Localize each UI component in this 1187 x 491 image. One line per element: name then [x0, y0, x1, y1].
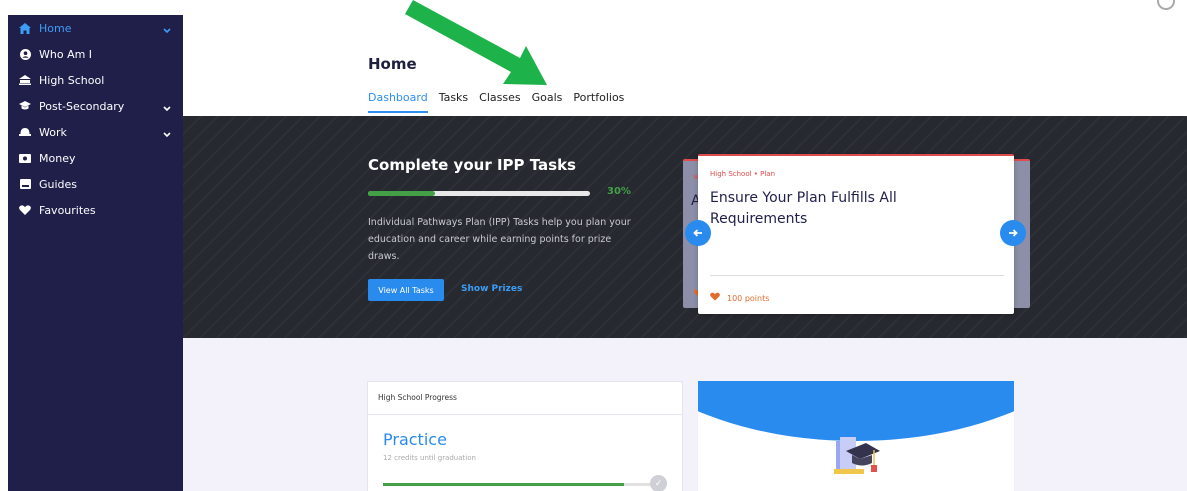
- sidebar-item-label: Home: [39, 21, 72, 35]
- task-points: 100 points: [710, 292, 769, 304]
- sidebar-item-high-school[interactable]: High School: [8, 67, 183, 93]
- sidebar-item-favourites[interactable]: Favourites: [8, 197, 183, 223]
- top-header-cropped: [0, 0, 1187, 14]
- task-title: Ensure Your Plan Fulfills All Requiremen…: [710, 190, 897, 227]
- chevron-down-icon[interactable]: [163, 24, 171, 37]
- graduation-progress-fill: [383, 483, 624, 486]
- sidebar-item-label: Money: [39, 151, 76, 165]
- dashboard-cards: High School Progress Practice 12 credits…: [183, 338, 1187, 491]
- graduation-cap-icon: [834, 437, 880, 474]
- sidebar-item-post-secondary[interactable]: Post-Secondary: [8, 93, 183, 119]
- divider: [710, 275, 1004, 276]
- hero-title: Complete your IPP Tasks: [368, 156, 576, 174]
- graduation-cap-icon: [18, 100, 32, 112]
- tab-portfolios[interactable]: Portfolios: [573, 91, 624, 113]
- carousel-next-button[interactable]: [1000, 220, 1026, 246]
- points-value: 100 points: [727, 293, 770, 303]
- tab-tasks[interactable]: Tasks: [439, 91, 468, 113]
- show-prizes-link[interactable]: Show Prizes: [461, 284, 522, 294]
- sidebar-item-label: Guides: [39, 177, 78, 191]
- graduation-progress-bar: [383, 483, 663, 486]
- sidebar-item-label: High School: [39, 73, 105, 87]
- sidebar-item-guides[interactable]: Guides: [8, 171, 183, 197]
- school-icon: [18, 74, 32, 86]
- sidebar-item-label: Post-Secondary: [39, 99, 125, 113]
- ipp-progress-fill: [368, 191, 435, 196]
- heart-icon: [710, 292, 720, 304]
- sidebar: Home Who Am I High School Post-Secondary: [8, 15, 183, 491]
- ipp-progress-label: 30%: [607, 186, 631, 197]
- chevron-down-icon[interactable]: [163, 128, 171, 141]
- hero-description: Individual Pathways Plan (IPP) Tasks hel…: [368, 217, 631, 262]
- tab-dashboard[interactable]: Dashboard: [368, 91, 428, 113]
- ipp-progress-bar: [368, 191, 590, 196]
- home-icon: [18, 22, 32, 34]
- progress-status: Practice: [383, 430, 447, 449]
- sidebar-item-label: Work: [39, 125, 67, 139]
- chevron-down-icon[interactable]: [163, 102, 171, 115]
- arrow-left-icon: [693, 229, 702, 237]
- heart-icon: [18, 204, 32, 216]
- tab-bar: Dashboard Tasks Classes Goals Portfolios: [368, 91, 635, 113]
- carousel-prev-button[interactable]: [685, 220, 711, 246]
- helmet-icon: [18, 126, 32, 138]
- high-school-progress-card[interactable]: High School Progress Practice 12 credits…: [367, 381, 683, 491]
- graduation-illustration-card[interactable]: [698, 381, 1014, 491]
- tab-classes[interactable]: Classes: [479, 91, 520, 113]
- sidebar-item-who-am-i[interactable]: Who Am I: [8, 41, 183, 67]
- sidebar-item-label: Favourites: [39, 203, 96, 217]
- book-icon: [18, 178, 32, 190]
- sidebar-item-work[interactable]: Work: [8, 119, 183, 145]
- task-card[interactable]: High School • Plan Ensure Your Plan Fulf…: [698, 154, 1014, 314]
- sidebar-item-money[interactable]: Money: [8, 145, 183, 171]
- arrow-right-icon: [1009, 229, 1018, 237]
- tab-goals[interactable]: Goals: [532, 91, 563, 113]
- credits-remaining: 12 credits until graduation: [383, 454, 476, 462]
- card-header: High School Progress: [368, 382, 682, 415]
- task-breadcrumb: High School • Plan: [710, 170, 776, 178]
- person-circle-icon: [18, 48, 32, 60]
- money-icon: [18, 152, 32, 164]
- sidebar-item-label: Who Am I: [39, 47, 93, 61]
- ipp-tasks-hero: Complete your IPP Tasks 30% Individual P…: [183, 116, 1187, 338]
- sidebar-item-home[interactable]: Home: [8, 15, 183, 41]
- app-root: Home Who Am I High School Post-Secondary: [0, 0, 1187, 491]
- main-content: Home Dashboard Tasks Classes Goals Portf…: [183, 15, 1187, 491]
- annotation-arrow-icon: [405, 0, 547, 85]
- check-icon: ✓: [650, 475, 667, 491]
- view-all-tasks-button[interactable]: View All Tasks: [368, 279, 444, 301]
- profile-icon[interactable]: [1157, 0, 1175, 10]
